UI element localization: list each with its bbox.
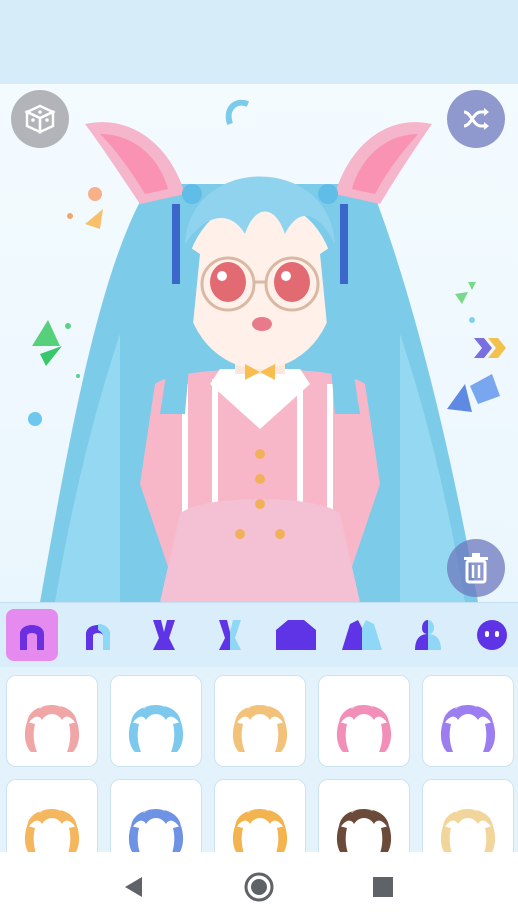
tab-animal-ears[interactable] xyxy=(138,609,190,661)
hair-right-lock xyxy=(172,826,184,852)
half-body-icon xyxy=(415,620,441,650)
recents-nav-button[interactable] xyxy=(366,870,400,904)
hair-thumbnail xyxy=(336,805,392,852)
double-chevron-right-icon xyxy=(474,338,506,358)
hair-left-lock xyxy=(128,722,141,752)
delete-button[interactable] xyxy=(447,539,505,597)
hair-right-lock xyxy=(67,722,80,752)
hair-right-lock xyxy=(275,722,288,752)
hair-right-lock xyxy=(171,722,184,752)
next-style-button[interactable] xyxy=(472,336,508,360)
hair-thumbnail xyxy=(336,701,392,752)
category-tabs xyxy=(0,602,518,667)
shirt-icon xyxy=(276,620,316,650)
hair-item[interactable] xyxy=(110,675,202,767)
tab-ears-alt[interactable] xyxy=(204,609,256,661)
hair-thumbnail xyxy=(24,701,80,752)
hair-left-lock xyxy=(336,826,348,852)
hair-top xyxy=(130,705,182,726)
hair-left-lock xyxy=(232,722,245,752)
face-icon xyxy=(477,620,507,650)
hair-left-lock xyxy=(336,722,349,752)
hair-thumbnail xyxy=(232,701,288,752)
trash-icon xyxy=(464,553,488,584)
back-nav-button[interactable] xyxy=(116,870,150,904)
dice-icon xyxy=(24,104,56,134)
tab-front-hair[interactable] xyxy=(72,609,124,661)
hair-top xyxy=(338,705,390,726)
hair-top xyxy=(26,705,78,726)
tab-back-hair[interactable] xyxy=(6,609,58,661)
top-bar xyxy=(0,0,518,84)
shuffle-button[interactable] xyxy=(447,90,505,148)
hair-thumbnail xyxy=(232,805,288,852)
shuffle-icon xyxy=(463,108,489,130)
hair-top xyxy=(234,809,286,830)
hair-item[interactable] xyxy=(422,675,514,767)
hair-left-lock xyxy=(232,826,244,852)
hair-item[interactable] xyxy=(110,779,202,852)
hair-thumbnail xyxy=(128,805,184,852)
item-grid xyxy=(0,667,518,852)
hair-top xyxy=(130,809,182,830)
hair-thumbnail xyxy=(440,805,496,852)
hair-right-lock xyxy=(483,722,496,752)
hair-item[interactable] xyxy=(6,675,98,767)
hair-top xyxy=(234,705,286,726)
tab-outfit[interactable] xyxy=(336,609,388,661)
back-hair-icon xyxy=(20,625,44,650)
hair-top xyxy=(338,809,390,830)
home-nav-button[interactable] xyxy=(242,870,276,904)
character-illustration xyxy=(28,99,500,602)
front-hair-icon xyxy=(86,624,110,650)
home-nav-icon xyxy=(244,872,274,902)
hair-item[interactable] xyxy=(422,779,514,852)
hair-item[interactable] xyxy=(214,779,306,852)
hair-top xyxy=(442,809,494,830)
bunny-ears-alt-icon xyxy=(219,620,241,650)
bunny-ears-icon xyxy=(153,620,175,650)
hair-left-lock xyxy=(128,826,140,852)
hair-right-lock xyxy=(276,826,288,852)
back-nav-icon xyxy=(125,877,142,897)
random-avatar-button[interactable] xyxy=(11,90,69,148)
hair-left-lock xyxy=(24,826,36,852)
hair-thumbnail xyxy=(440,701,496,752)
hair-right-lock xyxy=(68,826,80,852)
system-nav-bar xyxy=(0,852,518,921)
hair-left-lock xyxy=(24,722,37,752)
hair-right-lock xyxy=(484,826,496,852)
hair-item[interactable] xyxy=(214,675,306,767)
tab-top[interactable] xyxy=(270,609,322,661)
hair-thumbnail xyxy=(128,701,184,752)
hair-item[interactable] xyxy=(318,675,410,767)
hair-left-lock xyxy=(440,826,452,852)
hair-top xyxy=(442,705,494,726)
hair-item[interactable] xyxy=(318,779,410,852)
hair-thumbnail xyxy=(24,805,80,852)
recents-nav-icon xyxy=(373,877,393,897)
hair-right-lock xyxy=(379,722,392,752)
character-preview xyxy=(0,84,518,602)
hair-left-lock xyxy=(440,722,453,752)
tab-half-body[interactable] xyxy=(402,609,454,661)
outfit-icon xyxy=(342,620,382,650)
hair-right-lock xyxy=(380,826,392,852)
hair-item[interactable] xyxy=(6,779,98,852)
hair-top xyxy=(26,809,78,830)
tab-face[interactable] xyxy=(466,609,518,661)
